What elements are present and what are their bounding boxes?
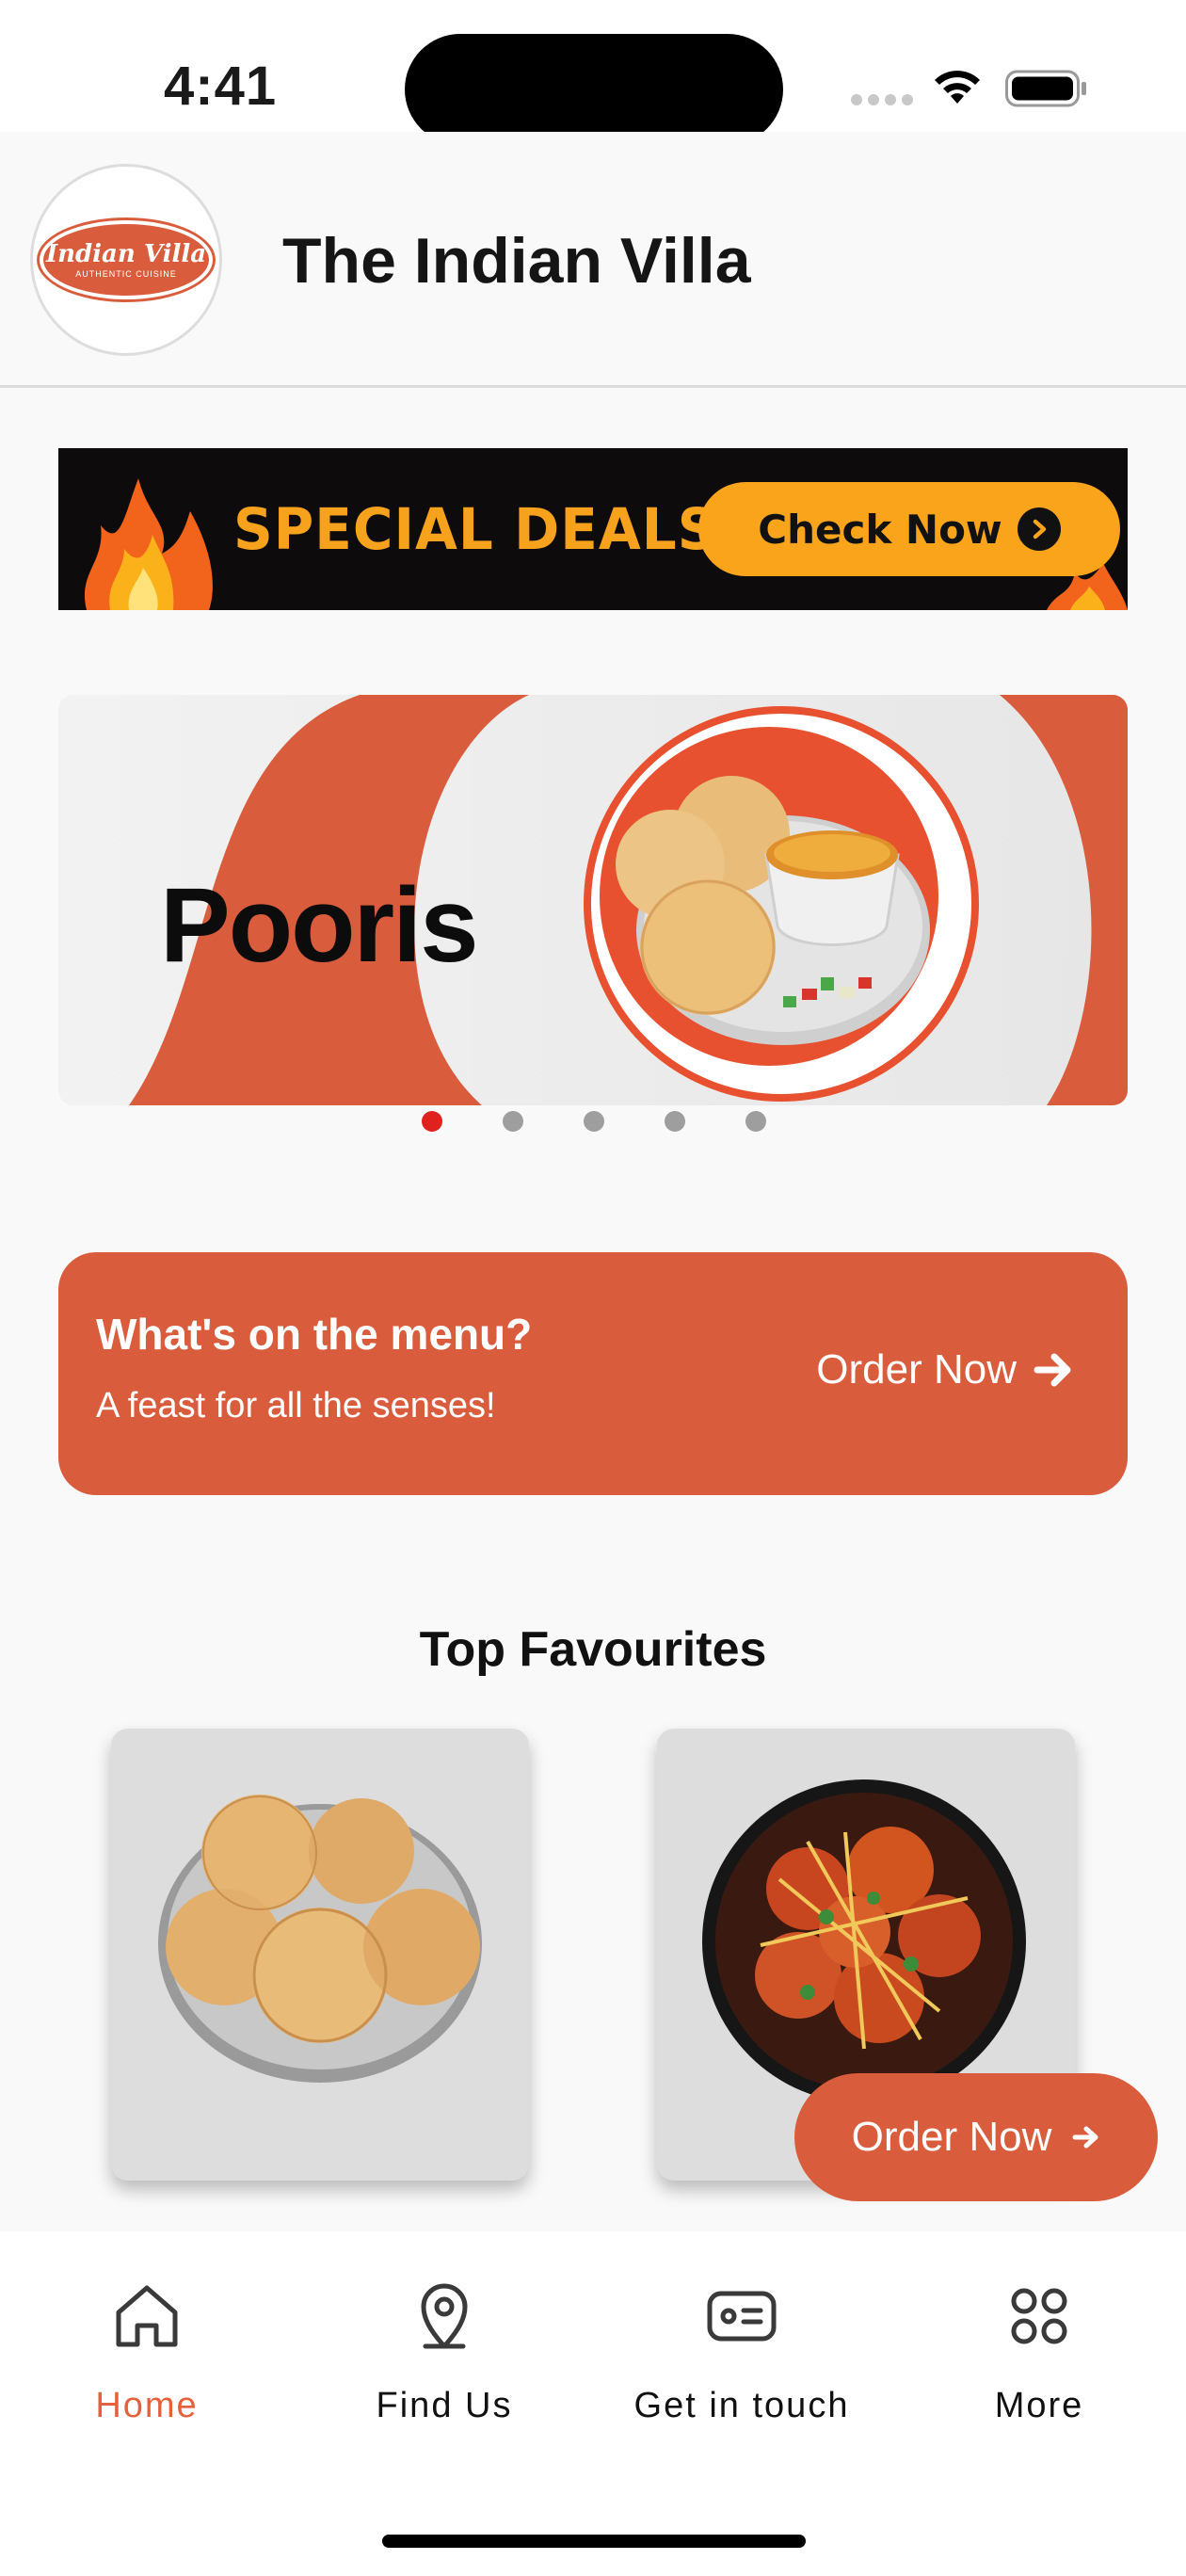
special-deals-banner[interactable]: SPECIAL DEALS Check Now	[58, 448, 1128, 610]
check-now-label: Check Now	[758, 506, 1002, 553]
carousel-pagination	[422, 1111, 766, 1132]
home-icon	[116, 2285, 178, 2347]
carousel-dot[interactable]	[584, 1111, 604, 1132]
logo-tagline: AUTHENTIC CUISINE	[75, 269, 177, 279]
arrow-right-icon	[1072, 2126, 1098, 2149]
top-favourites-heading: Top Favourites	[419, 1622, 767, 1677]
dynamic-island	[405, 34, 783, 145]
nav-more-label: More	[994, 2386, 1084, 2425]
nav-home[interactable]: Home	[24, 2278, 269, 2426]
contact-card-icon	[707, 2291, 777, 2342]
app-title: The Indian Villa	[282, 225, 751, 297]
deals-text: SPECIAL DEALS	[233, 495, 718, 563]
bottom-navigation: Home Find Us Get in touch More	[0, 2231, 1186, 2576]
battery-icon	[1005, 70, 1086, 107]
cellular-signal-icon	[851, 94, 913, 105]
pooris-image	[158, 1795, 482, 2083]
menu-card-title: What's on the menu?	[96, 1310, 533, 1359]
floating-order-now-button[interactable]: Order Now	[794, 2073, 1158, 2201]
carousel-dot[interactable]	[422, 1111, 442, 1132]
nav-more[interactable]: More	[917, 2278, 1162, 2426]
carousel-slide-title: Pooris	[160, 866, 479, 984]
menu-order-now-button[interactable]: Order Now	[816, 1346, 1073, 1393]
arrow-right-circle-icon	[1017, 507, 1061, 551]
status-bar: 4:41	[0, 0, 1186, 145]
carousel-dot[interactable]	[503, 1111, 523, 1132]
nav-get-in-touch-label: Get in touch	[633, 2386, 850, 2425]
location-pin-icon	[421, 2283, 468, 2349]
carousel-dot[interactable]	[745, 1111, 766, 1132]
app-header: Indian Villa AUTHENTIC CUISINE The India…	[0, 132, 1186, 388]
logo-name: Indian Villa	[45, 240, 207, 268]
nav-get-in-touch[interactable]: Get in touch	[619, 2278, 864, 2426]
nav-home-label: Home	[95, 2386, 199, 2425]
menu-card[interactable]: What's on the menu? A feast for all the …	[58, 1252, 1128, 1495]
carousel-dot[interactable]	[665, 1111, 685, 1132]
favourite-card-pooris[interactable]	[111, 1729, 529, 2181]
grid-icon	[1011, 2288, 1067, 2344]
nav-find-us-label: Find Us	[376, 2386, 513, 2425]
logo-badge: Indian Villa AUTHENTIC CUISINE	[40, 220, 213, 299]
status-time: 4:41	[164, 56, 278, 117]
menu-order-now-label: Order Now	[816, 1346, 1017, 1393]
flame-left-icon	[84, 478, 213, 610]
arrow-right-icon	[1034, 1353, 1071, 1387]
menu-card-subtitle: A feast for all the senses!	[96, 1386, 496, 1425]
promo-carousel[interactable]: Pooris	[58, 695, 1128, 1105]
check-now-button[interactable]: Check Now	[698, 482, 1120, 576]
restaurant-logo[interactable]: Indian Villa AUTHENTIC CUISINE	[30, 164, 222, 356]
home-indicator[interactable]	[382, 2535, 806, 2548]
nav-find-us[interactable]: Find Us	[322, 2278, 567, 2426]
wifi-icon	[935, 71, 980, 104]
floating-order-now-label: Order Now	[851, 2114, 1052, 2160]
